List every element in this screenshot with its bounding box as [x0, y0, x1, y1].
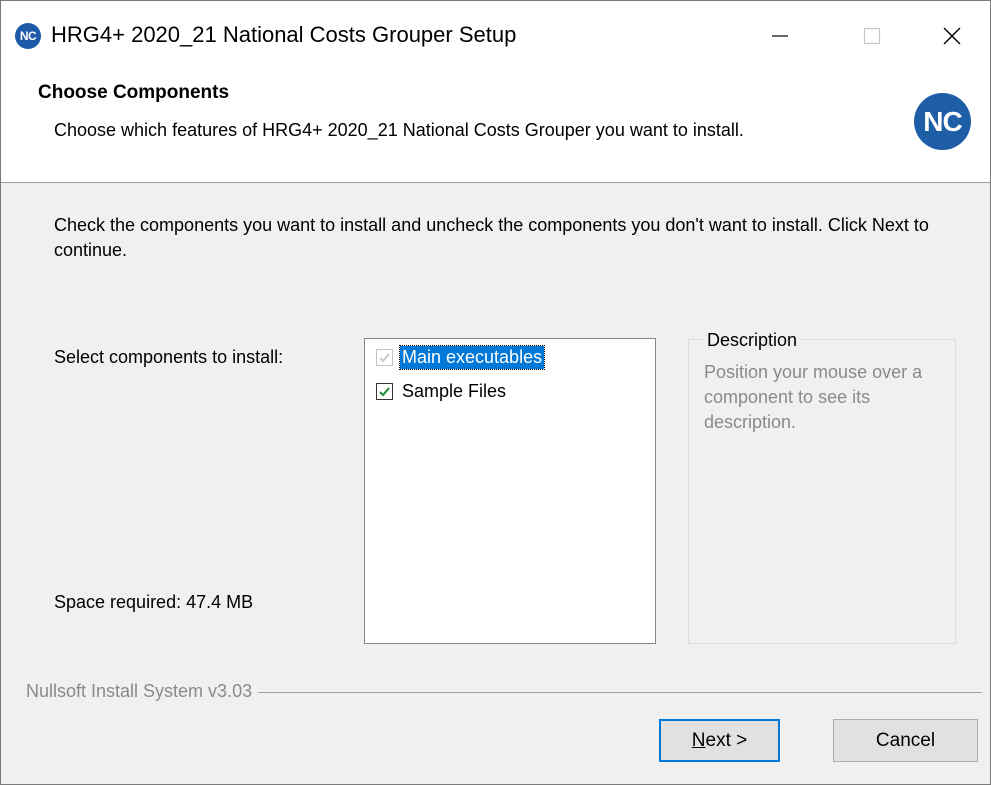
maximize-button[interactable]: [826, 1, 918, 71]
component-item-main-executables[interactable]: Main executables: [376, 344, 546, 370]
select-components-label: Select components to install:: [54, 347, 284, 367]
next-button-label: Next >: [691, 729, 748, 751]
components-list[interactable]: Main executables Sample Files: [364, 338, 656, 644]
window-title: HRG4+ 2020_21 National Costs Grouper Set…: [51, 22, 517, 47]
next-button[interactable]: Next >: [659, 719, 780, 762]
minimize-icon: [772, 35, 788, 37]
page-subtitle: Choose which features of HRG4+ 2020_21 N…: [54, 120, 744, 140]
page-header: Choose Components Choose which features …: [1, 71, 990, 183]
cancel-button-label: Cancel: [875, 729, 936, 751]
brand-logo: NC: [914, 93, 971, 150]
sample-files-checkbox[interactable]: [376, 382, 393, 400]
app-icon: NC: [15, 23, 41, 49]
sample-files-label[interactable]: Sample Files: [400, 380, 508, 403]
description-text: Position your mouse over a component to …: [704, 362, 923, 432]
component-item-sample-files[interactable]: Sample Files: [376, 379, 508, 403]
main-executables-checkbox[interactable]: [376, 348, 393, 366]
close-icon: [943, 27, 960, 45]
cancel-button[interactable]: Cancel: [833, 719, 978, 762]
instructions-text: Check the components you want to install…: [54, 215, 929, 260]
main-executables-label[interactable]: Main executables: [398, 344, 546, 370]
page-title: Choose Components: [38, 82, 230, 103]
maximize-icon: [863, 27, 881, 45]
checkmark-icon: [379, 352, 390, 362]
title-bar[interactable]: NC HRG4+ 2020_21 National Costs Grouper …: [1, 1, 990, 71]
nsis-branding: Nullsoft Install System v3.03: [26, 681, 259, 702]
setup-window: NC HRG4+ 2020_21 National Costs Grouper …: [0, 0, 991, 785]
description-legend: Description: [704, 330, 801, 351]
close-button[interactable]: [913, 1, 990, 71]
checkmark-icon: [379, 386, 390, 396]
description-group: Description Position your mouse over a c…: [688, 330, 956, 644]
minimize-button[interactable]: [734, 1, 826, 71]
space-required-label: Space required: 47.4 MB: [54, 592, 254, 612]
